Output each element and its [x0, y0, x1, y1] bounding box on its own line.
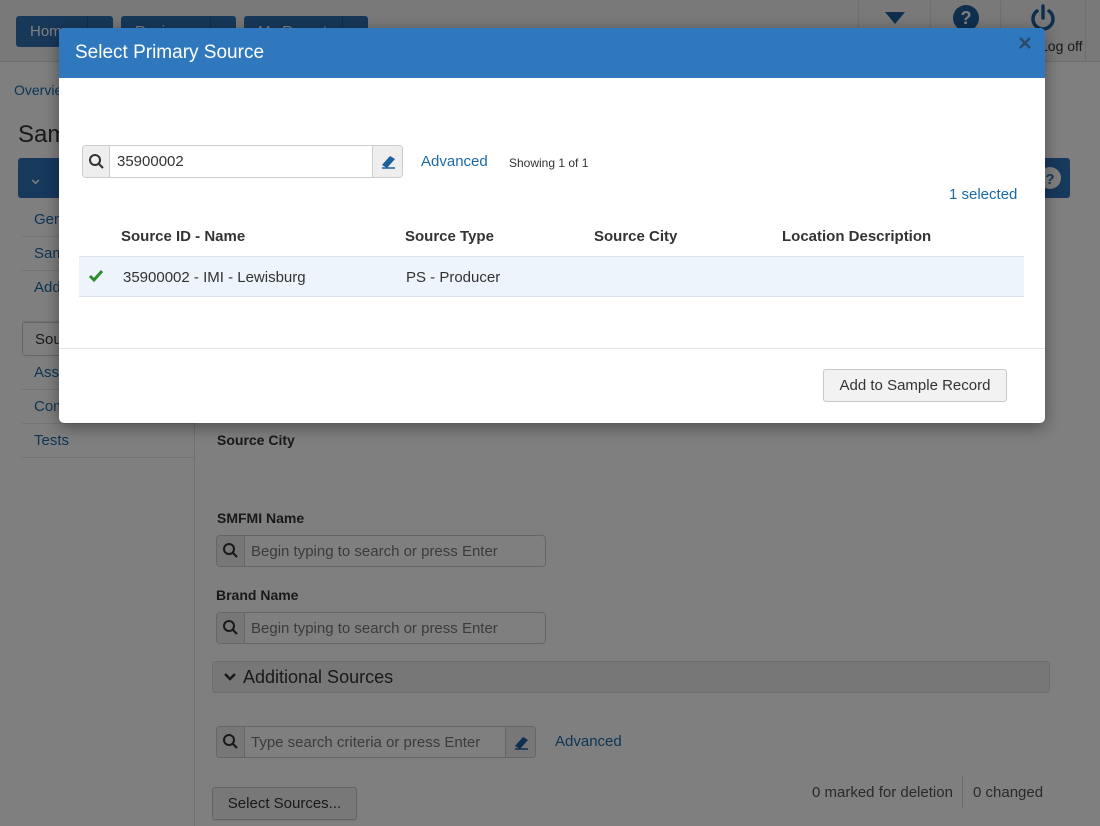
- source-search-input[interactable]: 35900002: [82, 145, 403, 178]
- search-icon-addon: [83, 146, 110, 177]
- source-search-value: 35900002: [117, 153, 184, 170]
- row-source-id-name: 35900002 - IMI - Lewisburg: [123, 269, 306, 286]
- check-icon: [88, 268, 104, 287]
- modal-footer-divider: [59, 348, 1045, 349]
- select-primary-source-modal: Select Primary Source 35900002 Advanced …: [59, 28, 1045, 423]
- modal-header: Select Primary Source: [59, 28, 1045, 78]
- advanced-search-link[interactable]: Advanced: [421, 153, 488, 170]
- page-root: Home Reviews My Reports ?: [0, 0, 1100, 826]
- row-source-type: PS - Producer: [406, 269, 501, 286]
- search-icon: [89, 154, 104, 169]
- modal-title: Select Primary Source: [75, 42, 265, 63]
- table-row[interactable]: 35900002 - IMI - Lewisburg PS - Producer: [79, 256, 1024, 297]
- result-count: Showing 1 of 1: [509, 156, 589, 170]
- close-button[interactable]: [1017, 34, 1035, 52]
- column-header-location[interactable]: Location Description: [782, 228, 931, 245]
- column-header-source[interactable]: Source ID - Name: [121, 228, 245, 245]
- clear-search-button[interactable]: [372, 146, 402, 177]
- selected-count-link[interactable]: 1 selected: [949, 186, 1017, 203]
- close-icon: [1019, 37, 1031, 49]
- eraser-icon: [382, 156, 395, 169]
- column-header-type[interactable]: Source Type: [405, 228, 494, 245]
- add-to-sample-record-button[interactable]: Add to Sample Record: [823, 369, 1007, 402]
- column-header-city[interactable]: Source City: [594, 228, 677, 245]
